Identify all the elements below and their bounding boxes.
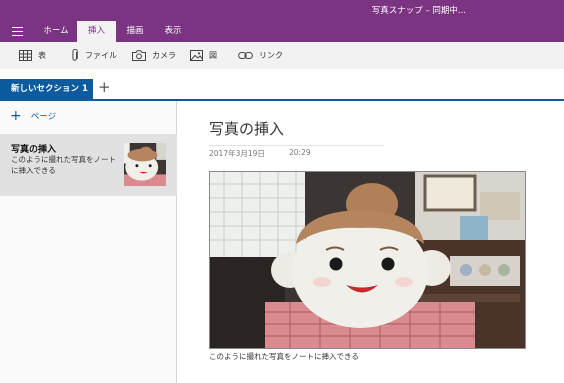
paperclip-icon <box>72 49 78 61</box>
insert-picture-button[interactable]: 図 <box>190 42 217 69</box>
title-divider <box>209 145 384 146</box>
page-thumbnail <box>124 143 166 186</box>
add-page-button[interactable]: + ページ <box>10 109 56 123</box>
table-icon <box>19 50 32 61</box>
page-title[interactable]: 写真の挿入 <box>209 118 284 139</box>
hamburger-menu-icon[interactable] <box>12 27 23 37</box>
insert-file-button[interactable]: ファイル <box>71 42 117 69</box>
plus-icon: + <box>10 108 22 124</box>
insert-table-label: 表 <box>38 51 46 60</box>
insert-table-button[interactable]: 表 <box>19 42 46 69</box>
add-section-button[interactable]: + <box>98 78 111 96</box>
insert-camera-label: カメラ <box>152 51 176 60</box>
photo-caption[interactable]: このように撮れた写真をノートに挿入できる <box>209 351 359 362</box>
insert-link-label: リンク <box>259 51 283 60</box>
title-bar: 写真スナップ – 同期中... ホーム 挿入 描画 表示 <box>0 0 564 42</box>
insert-file-label: ファイル <box>85 51 117 60</box>
note-date: 2017年3月19日 <box>209 149 265 158</box>
page-list-item[interactable]: 写真の挿入 このように撮れた写真をノートに挿入できる <box>0 134 177 196</box>
tab-draw[interactable]: 描画 <box>116 21 154 42</box>
tab-view[interactable]: 表示 <box>154 21 192 42</box>
insert-picture-label: 図 <box>209 51 217 60</box>
add-page-label: ページ <box>30 112 57 122</box>
camera-icon <box>132 50 146 61</box>
section-tab-bar: 新しいセクション 1 + <box>0 69 564 101</box>
picture-icon <box>190 50 203 61</box>
page-item-snippet: このように撮れた写真をノートに挿入できる <box>11 155 116 175</box>
inserted-photo[interactable] <box>209 171 526 349</box>
page-list-pane: + ページ 写真の挿入 このように撮れた写真をノートに挿入できる <box>0 101 177 383</box>
note-canvas[interactable]: 写真の挿入 2017年3月19日 20:29 このように撮れた写真をノートに挿入… <box>178 101 564 383</box>
section-tab-active[interactable]: 新しいセクション 1 <box>0 79 93 99</box>
tab-home[interactable]: ホーム <box>37 21 75 42</box>
note-time: 20:29 <box>289 148 311 157</box>
tab-insert[interactable]: 挿入 <box>77 21 116 42</box>
insert-ribbon: 表 ファイル カメラ 図 リンク <box>0 42 564 69</box>
insert-link-button[interactable]: リンク <box>238 42 283 69</box>
insert-camera-button[interactable]: カメラ <box>132 42 176 69</box>
window-title: 写真スナップ – 同期中... <box>371 6 466 16</box>
link-icon <box>238 52 253 59</box>
